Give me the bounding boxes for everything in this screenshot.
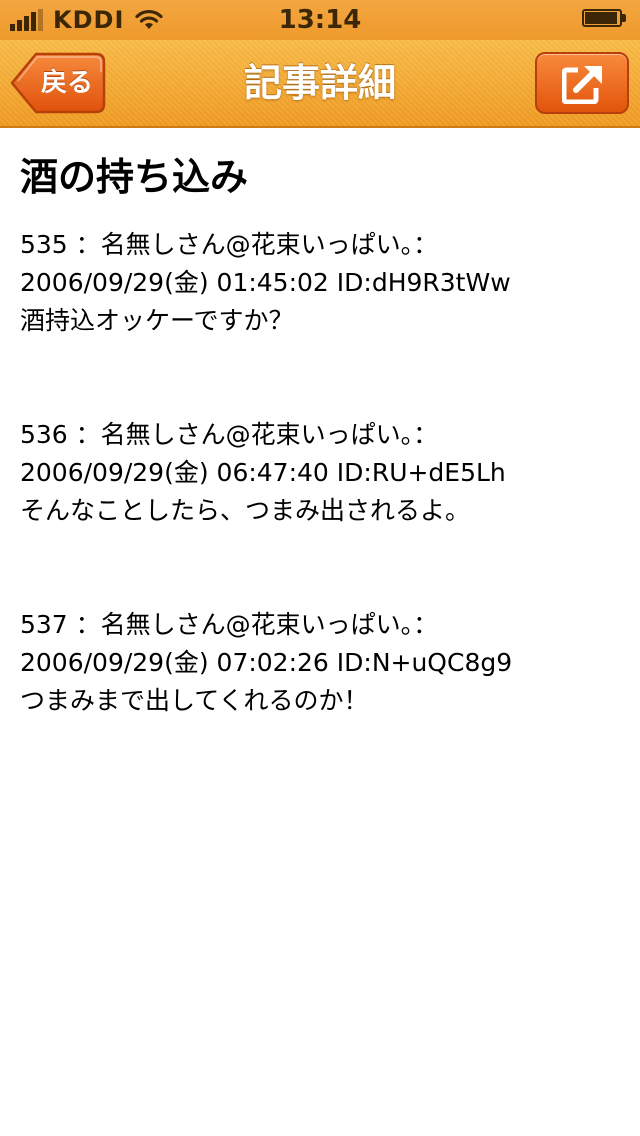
article-title: 酒の持ち込み (20, 155, 249, 199)
post-header: 537 ：名無しさん@花束いっぱい。： (20, 610, 439, 639)
post-body: つまみまで出してくれるのか！ (20, 686, 369, 715)
battery-icon (582, 9, 628, 29)
post-meta: 2006/09/29(金) 07:02:26 ID:N+uQC8g9 (20, 648, 513, 677)
status-bar: KDDI 13:14 (0, 0, 640, 40)
post-header: 536 ：名無しさん@花束いっぱい。： (20, 420, 439, 449)
back-button-label: 戻る (40, 68, 93, 98)
external-share-icon (562, 66, 602, 104)
post-list: 535 ：名無しさん@花束いっぱい。： 2006/09/29(金) 01:45:… (20, 226, 620, 720)
post-item: 536 ：名無しさん@花束いっぱい。： 2006/09/29(金) 06:47:… (20, 416, 620, 530)
page-title: 記事詳細 (243, 61, 396, 105)
navigation-bar: 戻る 記事詳細 (0, 40, 640, 128)
post-meta: 2006/09/29(金) 06:47:40 ID:RU+dE5Lh (20, 458, 506, 487)
share-button[interactable] (535, 52, 629, 114)
post-body: 酒持込オッケーですか？ (20, 306, 294, 335)
post-item: 537 ：名無しさん@花束いっぱい。： 2006/09/29(金) 07:02:… (20, 606, 620, 720)
post-meta: 2006/09/29(金) 01:45:02 ID:dH9R3tWw (20, 268, 511, 297)
screen: KDDI 13:14 戻る 記事詳細 酒の持ち込み 535 ：名無しさん@花束い… (0, 0, 640, 1136)
post-header: 535 ：名無しさん@花束いっぱい。： (20, 230, 439, 259)
back-button[interactable]: 戻る (10, 52, 106, 114)
post-body: そんなことしたら、つまみ出されるよ。 (20, 496, 471, 525)
status-time: 13:14 (278, 5, 362, 35)
post-item: 535 ：名無しさん@花束いっぱい。： 2006/09/29(金) 01:45:… (20, 226, 620, 340)
article-content: 酒の持ち込み 535 ：名無しさん@花束いっぱい。： 2006/09/29(金)… (20, 128, 620, 796)
